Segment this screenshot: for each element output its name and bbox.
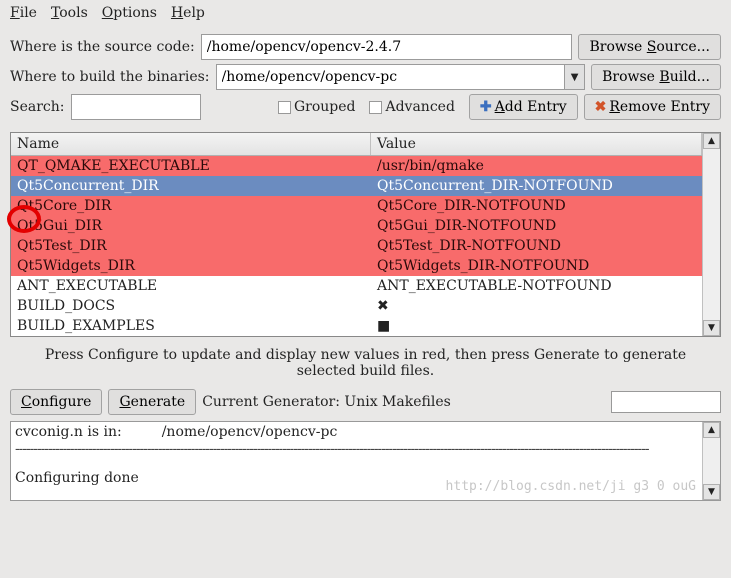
grouped-check[interactable]: Grouped (278, 99, 356, 115)
cell-value: Qt5Widgets_DIR-NOTFOUND (371, 256, 702, 276)
scroll-up-icon[interactable]: ▲ (703, 133, 720, 149)
plus-icon: ✚ (480, 99, 492, 115)
build-input[interactable] (216, 64, 566, 90)
remove-icon: ✖ (595, 99, 607, 115)
log-divider: ----------------------------------------… (15, 440, 698, 456)
cell-value: ■ (371, 316, 702, 336)
scroll-up-icon[interactable]: ▲ (703, 422, 720, 438)
table-row[interactable]: BUILD_DOCS✖ (11, 296, 702, 316)
hint-text: Press Configure to update and display ne… (0, 341, 731, 385)
add-entry-button[interactable]: ✚Add Entry (469, 94, 578, 120)
build-dropdown-icon[interactable]: ▼ (565, 64, 585, 90)
scroll-down-icon[interactable]: ▼ (703, 320, 720, 336)
advanced-check[interactable]: Advanced (369, 99, 454, 115)
cell-value: Qt5Core_DIR-NOTFOUND (371, 196, 702, 216)
menu-help[interactable]: Help (171, 5, 205, 21)
scroll-down-icon[interactable]: ▼ (703, 484, 720, 500)
cell-value: Qt5Concurrent_DIR-NOTFOUND (371, 176, 702, 196)
table-row[interactable]: ANT_EXECUTABLEANT_EXECUTABLE-NOTFOUND (11, 276, 702, 296)
cell-name: QT_QMAKE_EXECUTABLE (11, 156, 371, 176)
table-header: Name Value (11, 133, 702, 156)
menu-file[interactable]: File (10, 5, 37, 21)
menubar: File Tools Options Help (0, 0, 731, 26)
table-row[interactable]: Qt5Core_DIRQt5Core_DIR-NOTFOUND (11, 196, 702, 216)
cell-name: BUILD_EXAMPLES (11, 316, 371, 336)
log-line: cvconig.n is in: (15, 424, 122, 440)
cell-value: Qt5Gui_DIR-NOTFOUND (371, 216, 702, 236)
search-input[interactable] (71, 94, 201, 120)
table-row[interactable]: BUILD_EXAMPLES■ (11, 316, 702, 336)
generate-button[interactable]: Generate (108, 389, 196, 415)
cell-name: Qt5Gui_DIR (11, 216, 371, 236)
table-row[interactable]: Qt5Widgets_DIRQt5Widgets_DIR-NOTFOUND (11, 256, 702, 276)
search-label: Search: (10, 99, 65, 115)
log-text[interactable]: cvconig.n is in: /nome/opencv/opencv-pc … (11, 422, 702, 500)
checkbox-icon (369, 101, 382, 114)
menu-tools[interactable]: Tools (51, 5, 88, 21)
log-line: /nome/opencv/opencv-pc (162, 424, 338, 440)
cell-value: ✖ (371, 296, 702, 316)
table-row[interactable]: Qt5Concurrent_DIRQt5Concurrent_DIR-NOTFO… (11, 176, 702, 196)
watermark: http://blog.csdn.net/ji g3 0 ouG (446, 479, 696, 494)
browse-build-button[interactable]: Browse Build... (591, 64, 721, 90)
cell-name: Qt5Test_DIR (11, 236, 371, 256)
remove-entry-button[interactable]: ✖Remove Entry (584, 94, 721, 120)
source-label: Where is the source code: (10, 39, 195, 55)
log-scrollbar[interactable]: ▲ ▼ (702, 422, 720, 500)
cell-name: BUILD_DOCS (11, 296, 371, 316)
col-header-name[interactable]: Name (11, 133, 371, 155)
table-row[interactable]: Qt5Test_DIRQt5Test_DIR-NOTFOUND (11, 236, 702, 256)
cell-name: Qt5Widgets_DIR (11, 256, 371, 276)
progress-box (611, 391, 721, 413)
table-scrollbar[interactable]: ▲ ▼ (702, 133, 720, 336)
cell-value: /usr/bin/qmake (371, 156, 702, 176)
browse-source-button[interactable]: Browse Source... (578, 34, 721, 60)
cell-value: Qt5Test_DIR-NOTFOUND (371, 236, 702, 256)
cell-name: Qt5Core_DIR (11, 196, 371, 216)
table-row[interactable]: Qt5Gui_DIRQt5Gui_DIR-NOTFOUND (11, 216, 702, 236)
cell-value: ANT_EXECUTABLE-NOTFOUND (371, 276, 702, 296)
build-label: Where to build the binaries: (10, 69, 210, 85)
log-pane: cvconig.n is in: /nome/opencv/opencv-pc … (10, 421, 721, 501)
generator-label: Current Generator: Unix Makefiles (202, 394, 451, 410)
table-row[interactable]: QT_QMAKE_EXECUTABLE/usr/bin/qmake (11, 156, 702, 176)
config-table: Name Value QT_QMAKE_EXECUTABLE/usr/bin/q… (10, 132, 721, 337)
checkbox-icon (278, 101, 291, 114)
cell-name: ANT_EXECUTABLE (11, 276, 371, 296)
configure-button[interactable]: Configure (10, 389, 102, 415)
col-header-value[interactable]: Value (371, 133, 702, 155)
source-input[interactable] (201, 34, 573, 60)
menu-options[interactable]: Options (102, 5, 157, 21)
cell-name: Qt5Concurrent_DIR (11, 176, 371, 196)
